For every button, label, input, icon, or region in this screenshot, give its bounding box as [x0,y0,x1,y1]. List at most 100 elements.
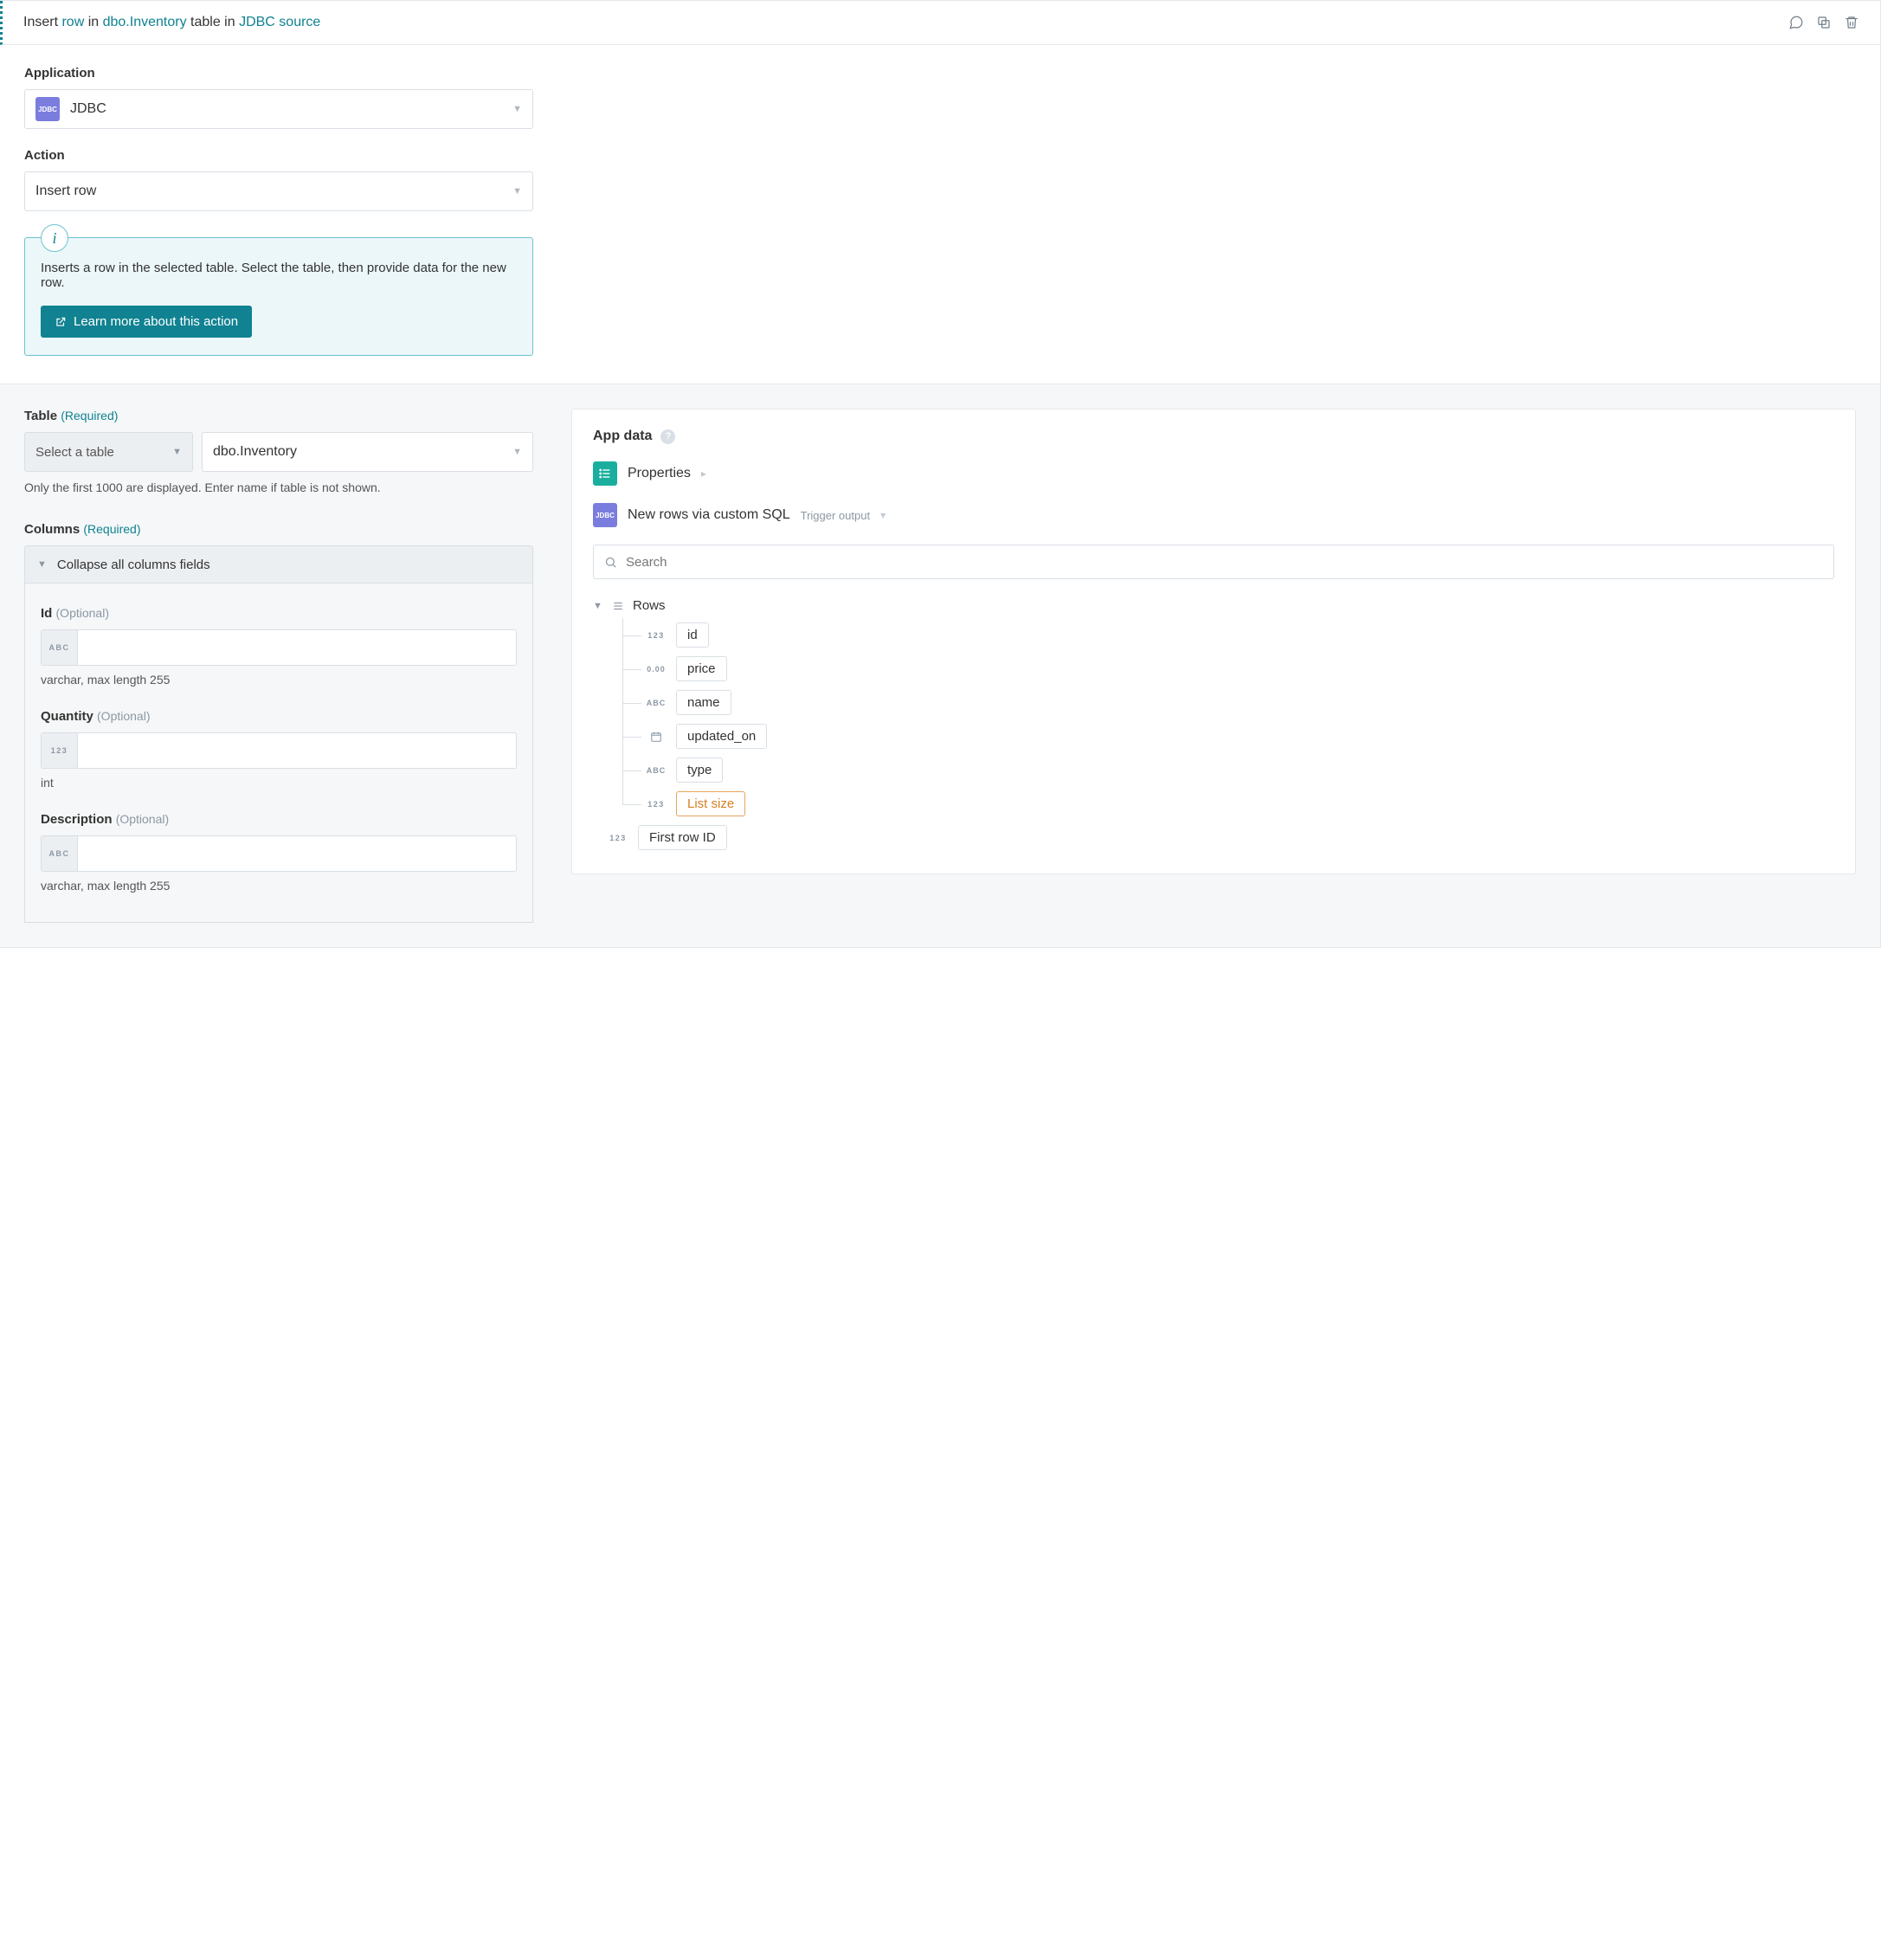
chevron-down-icon: ▼ [512,186,522,197]
chevron-down-icon: ▼ [512,447,522,457]
type-chip-123: 123 [42,733,78,768]
field-name: Description [41,812,113,827]
column-description-input[interactable] [78,836,516,871]
title-highlight-table: dbo.Inventory [103,15,187,29]
learn-more-label: Learn more about this action [74,314,238,329]
type-badge-number: 123 [645,631,667,640]
required-tag: (Required) [83,522,140,536]
column-quantity-input[interactable] [78,733,516,768]
list-icon [593,461,617,486]
pill-list-size[interactable]: List size [676,791,745,816]
columns-body: Id (Optional) ABC varchar, max length 25… [24,583,533,923]
table-name-select[interactable]: dbo.Inventory ▼ [202,432,533,472]
application-select[interactable]: JDBC JDBC ▼ [24,89,533,129]
type-badge-number: 123 [607,834,629,842]
list-icon [612,600,624,612]
column-quantity-label: Quantity (Optional) [41,709,517,724]
info-callout: i Inserts a row in the selected table. S… [24,237,533,356]
properties-source[interactable]: Properties ▸ [593,461,1834,486]
pill-updated-on[interactable]: updated_on [676,724,767,749]
action-select[interactable]: Insert row ▼ [24,171,533,211]
title-highlight-source: JDBC source [239,15,320,29]
column-id-field: Id (Optional) ABC varchar, max length 25… [41,606,517,687]
fields-column: Table (Required) Select a table ▼ dbo.In… [24,409,533,923]
chevron-down-icon: ▼ [37,559,47,570]
action-value: Insert row [35,184,96,199]
optional-tag: (Optional) [116,812,169,826]
table-label: Table (Required) [24,409,533,423]
chevron-right-icon: ▸ [701,467,706,480]
column-quantity-input-wrap: 123 [41,732,517,769]
app-data-title: App data ? [593,429,1834,444]
action-label: Action [24,148,533,163]
title-text: table in [190,15,235,29]
chevron-down-icon: ▼ [172,447,182,457]
info-text: Inserts a row in the selected table. Sel… [41,261,517,290]
field-name: Id [41,606,52,621]
app-action-section: Application JDBC JDBC ▼ Action Insert ro… [0,45,1880,384]
column-quantity-typehint: int [41,776,517,790]
type-badge-number: 123 [645,800,667,809]
chevron-down-icon: ▼ [593,601,603,611]
column-description-field: Description (Optional) ABC varchar, max … [41,812,517,893]
type-chip-abc: ABC [42,630,78,665]
pill-id[interactable]: id [676,622,709,648]
columns-label: Columns (Required) [24,522,533,537]
comment-icon[interactable] [1788,15,1804,30]
app-data-column: App data ? Properties ▸ JDBC New rows vi… [571,409,1856,874]
field-name: Quantity [41,709,93,724]
trash-icon[interactable] [1844,15,1859,30]
app-data-search [593,545,1834,579]
columns-section: Columns (Required) ▼ Collapse all column… [24,522,533,923]
action-config-panel: Insert row in dbo.Inventory table in JDB… [0,0,1881,948]
pill-name[interactable]: name [676,690,731,715]
type-badge-string: ABC [645,699,667,707]
pill-price-row: 0.00 price [609,652,1834,686]
rows-tree-node[interactable]: ▼ Rows [593,593,1834,618]
app-data-title-text: App data [593,429,652,444]
title-text: in [88,15,99,29]
chevron-down-icon: ▾ [880,509,886,521]
table-label-text: Table [24,409,57,423]
application-label: Application [24,66,533,81]
column-quantity-field: Quantity (Optional) 123 int [41,709,517,790]
data-tree: ▼ Rows 123 id [593,593,1834,854]
help-icon[interactable]: ? [660,429,675,444]
pill-price[interactable]: price [676,656,727,681]
collapse-columns-toggle[interactable]: ▼ Collapse all columns fields [24,545,533,583]
columns-label-text: Columns [24,522,80,537]
action-header: Insert row in dbo.Inventory table in JDB… [0,1,1880,45]
select-table-label: Select a table [35,445,114,460]
column-description-label: Description (Optional) [41,812,517,827]
pill-type[interactable]: type [676,758,723,783]
properties-label: Properties [628,466,691,481]
action-title: Insert row in dbo.Inventory table in JDB… [23,15,1788,30]
application-value: JDBC [70,101,106,117]
jdbc-icon: JDBC [593,503,617,527]
learn-more-button[interactable]: Learn more about this action [41,306,252,338]
title-text: Insert [23,15,58,29]
select-table-button[interactable]: Select a table ▼ [24,432,193,472]
collapse-label: Collapse all columns fields [57,558,210,572]
pill-type-row: ABC type [609,753,1834,787]
header-actions [1788,15,1859,30]
optional-tag: (Optional) [56,606,109,620]
column-description-input-wrap: ABC [41,835,517,872]
app-data-search-input[interactable] [626,555,1823,570]
pill-first-row-id[interactable]: First row ID [638,825,727,850]
column-id-input[interactable] [78,630,516,665]
new-rows-label: New rows via custom SQL [628,507,790,523]
pill-first-row-id-row: 123 First row ID [593,821,1834,854]
external-link-icon [55,316,67,328]
pill-updated-on-row: updated_on [609,719,1834,753]
new-rows-source[interactable]: JDBC New rows via custom SQL Trigger out… [593,503,1834,527]
optional-tag: (Optional) [97,709,150,723]
app-data-panel: App data ? Properties ▸ JDBC New rows vi… [571,409,1856,874]
search-icon [604,556,617,569]
pill-name-row: ABC name [609,686,1834,719]
copy-icon[interactable] [1816,15,1832,30]
type-chip-abc: ABC [42,836,78,871]
column-description-typehint: varchar, max length 255 [41,879,517,893]
column-id-typehint: varchar, max length 255 [41,673,517,687]
type-badge-decimal: 0.00 [645,665,667,674]
